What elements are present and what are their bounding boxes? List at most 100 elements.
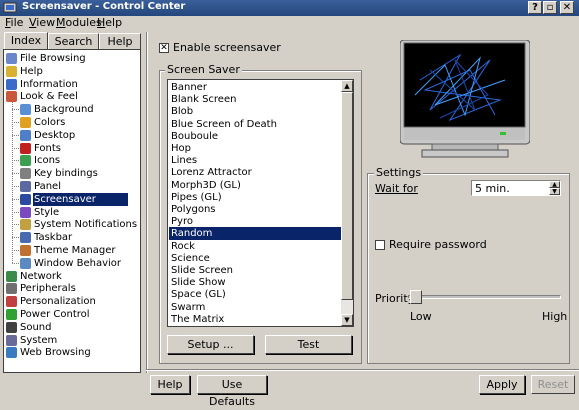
tree-item-label: Panel bbox=[34, 181, 61, 192]
module-tree: File Browsing Help Information Look & Feel B… bbox=[3, 49, 141, 373]
screensaver-item[interactable]: Blue Screen of Death bbox=[169, 118, 341, 131]
apply-button[interactable]: Apply bbox=[479, 375, 525, 394]
tree-item-label: Key bindings bbox=[34, 168, 98, 180]
screensaver-group-label: Screen Saver bbox=[165, 63, 242, 76]
tree-item-label: Personalization bbox=[20, 296, 96, 308]
system-icon bbox=[6, 334, 17, 346]
tree-connector bbox=[12, 160, 19, 162]
screensaver-item[interactable]: Lines bbox=[169, 154, 341, 167]
menu-modules[interactable]: Modules bbox=[56, 16, 102, 29]
style-icon bbox=[20, 206, 31, 218]
scroll-up-button[interactable]: ▲ bbox=[341, 80, 353, 92]
tab-index-label: Index bbox=[10, 34, 42, 47]
taskbar-icon bbox=[20, 232, 31, 244]
setup-button[interactable]: Setup ... bbox=[167, 335, 254, 354]
screensaver-item[interactable]: Polygons bbox=[169, 203, 341, 216]
priority-low-label: Low bbox=[410, 310, 432, 323]
personalization-icon bbox=[6, 296, 17, 308]
use-defaults-label: Use Defaults bbox=[209, 378, 255, 408]
scroll-down-button[interactable]: ▼ bbox=[341, 314, 353, 326]
menu-file[interactable]: File bbox=[5, 16, 23, 29]
tree-item-label: Fonts bbox=[34, 142, 61, 154]
power-icon bbox=[6, 309, 17, 320]
check-mark-icon: ✕ bbox=[160, 43, 168, 53]
require-password-label: Require password bbox=[389, 238, 487, 251]
maximize-button[interactable]: ▫ bbox=[543, 1, 557, 14]
close-button[interactable]: ✕ bbox=[560, 1, 574, 14]
scroll-thumb[interactable] bbox=[341, 92, 353, 300]
tree-connector bbox=[12, 134, 19, 136]
help-button-label: Help bbox=[157, 378, 183, 391]
apply-button-label: Apply bbox=[486, 378, 518, 391]
tree-item-label: Sound bbox=[20, 321, 52, 333]
tree-item-label: Information bbox=[20, 78, 78, 90]
tree-item-label: Theme Manager bbox=[34, 245, 116, 256]
settings-group-label: Settings bbox=[374, 166, 424, 179]
screensaver-item[interactable]: Lorenz Attractor bbox=[169, 166, 341, 179]
screensaver-item[interactable]: Blob bbox=[169, 105, 341, 118]
app-icon bbox=[3, 2, 17, 13]
list-scrollbar[interactable]: ▲ ▼ bbox=[341, 80, 353, 326]
screensaver-item[interactable]: The Matrix bbox=[169, 313, 341, 326]
window-icon bbox=[20, 257, 31, 269]
tab-index[interactable]: Index bbox=[4, 32, 48, 49]
menu-view[interactable]: View bbox=[29, 16, 55, 29]
screensaver-item[interactable]: Swarm bbox=[169, 301, 341, 314]
screensaver-item[interactable]: Pipes (GL) bbox=[169, 191, 341, 204]
priority-high-label: High bbox=[542, 310, 568, 323]
screensaver-item[interactable]: Rock bbox=[169, 240, 341, 253]
footer-separator bbox=[146, 369, 579, 371]
screensaver-item[interactable]: Bouboule bbox=[169, 130, 341, 143]
priority-slider-track[interactable] bbox=[408, 295, 561, 299]
tree-item-label: System bbox=[20, 334, 58, 346]
globe-icon bbox=[6, 347, 17, 359]
wait-for-value: 5 min. bbox=[475, 182, 510, 195]
theme-icon bbox=[20, 245, 31, 256]
tree-connector bbox=[12, 237, 19, 239]
test-button[interactable]: Test bbox=[265, 335, 352, 354]
screensaver-item[interactable]: Hop bbox=[169, 142, 341, 155]
screensaver-item[interactable]: Slide Screen bbox=[169, 264, 341, 277]
help-button[interactable]: Help bbox=[150, 375, 190, 394]
sound-icon bbox=[6, 321, 17, 333]
screensaver-item[interactable]: Blank Screen bbox=[169, 93, 341, 106]
tree-connector bbox=[12, 109, 19, 111]
screensaver-item[interactable]: Pyro bbox=[169, 215, 341, 228]
tab-help-label: Help bbox=[107, 35, 133, 48]
tree-connector bbox=[12, 250, 19, 251]
screensaver-item[interactable]: Morph3D (GL) bbox=[169, 179, 341, 192]
tree-item-label: Icons bbox=[34, 155, 61, 167]
spin-down-button[interactable]: ▼ bbox=[549, 188, 560, 195]
menu-bar: File View Modules Help bbox=[0, 16, 579, 31]
enable-screensaver-checkbox[interactable]: ✕ bbox=[159, 43, 169, 53]
use-defaults-button[interactable]: Use Defaults bbox=[197, 375, 267, 408]
tree-connector bbox=[12, 186, 19, 187]
enable-screensaver-label: Enable screensaver bbox=[173, 41, 281, 54]
info-icon bbox=[6, 78, 17, 90]
priority-slider-handle[interactable] bbox=[410, 290, 422, 304]
screensaver-item[interactable]: Slide Show bbox=[169, 276, 341, 289]
notifications-icon bbox=[20, 219, 31, 231]
screensaver-list[interactable]: ▲ ▼ Banner Blank Screen Blob Blue Screen of… bbox=[167, 79, 354, 327]
tree-connector bbox=[12, 211, 19, 213]
screensaver-item[interactable]: Random bbox=[169, 227, 341, 241]
tree-item-label: Taskbar bbox=[34, 232, 73, 244]
tab-search[interactable]: Search bbox=[48, 33, 99, 49]
tree-item-label: Power Control bbox=[20, 309, 90, 320]
tab-help[interactable]: Help bbox=[99, 33, 141, 49]
tab-search-label: Search bbox=[54, 35, 93, 48]
require-password-checkbox[interactable] bbox=[375, 240, 385, 250]
screensaver-item[interactable]: Science bbox=[169, 252, 341, 265]
spin-up-button[interactable]: ▲ bbox=[549, 181, 560, 188]
wait-for-spinbox[interactable]: 5 min. ▲ ▼ bbox=[471, 180, 561, 196]
screensaver-item[interactable]: Banner bbox=[169, 81, 341, 94]
tree-connector bbox=[12, 262, 19, 264]
tree-item-label: Background bbox=[34, 104, 94, 116]
help-window-button[interactable]: ? bbox=[528, 1, 542, 14]
screensaver-item[interactable]: Space (GL) bbox=[169, 288, 341, 301]
palette-icon bbox=[20, 117, 31, 128]
menu-help[interactable]: Help bbox=[97, 16, 122, 29]
tree-connector bbox=[12, 102, 13, 263]
reset-button-label: Reset bbox=[537, 378, 569, 391]
splitter[interactable] bbox=[146, 32, 148, 373]
